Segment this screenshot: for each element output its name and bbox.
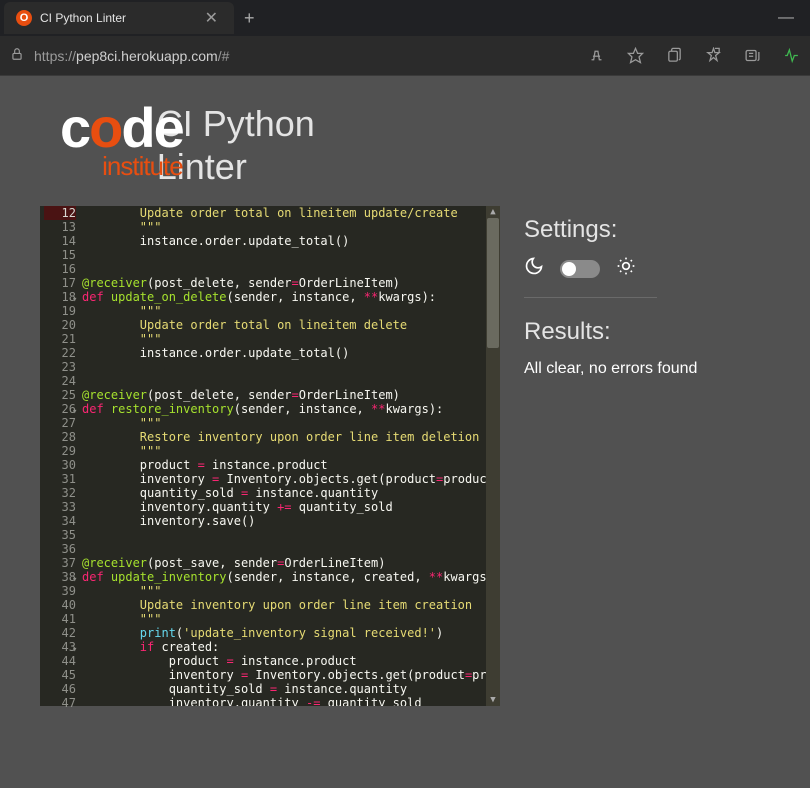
theme-controls <box>524 256 657 298</box>
sun-icon[interactable] <box>616 256 636 281</box>
new-tab-button[interactable]: + <box>234 4 265 33</box>
line-number-gutter: 12131415161718▾1920212223242526▾27282930… <box>40 206 82 706</box>
url-domain: pep8ci.herokuapp.com <box>76 48 218 64</box>
browser-titlebar: O CI Python Linter ✕ + — <box>0 0 810 36</box>
toggle-knob <box>562 262 576 276</box>
logo-d: d <box>121 96 153 159</box>
logo-institute: institute <box>102 156 183 177</box>
logo-e: e <box>154 96 183 159</box>
address-bar-icons <box>588 47 800 64</box>
sidebar-panel: Settings: Results: All clear, no errors … <box>520 206 697 706</box>
logo-c: c <box>60 96 89 159</box>
browser-tab[interactable]: O CI Python Linter ✕ <box>4 2 234 34</box>
settings-heading: Settings: <box>524 216 697 244</box>
results-heading: Results: <box>524 318 697 346</box>
main-content: 12131415161718▾1920212223242526▾27282930… <box>0 198 810 706</box>
tab-close-icon[interactable]: ✕ <box>201 6 222 30</box>
window-controls: — <box>766 9 806 27</box>
vertical-scrollbar[interactable]: ▲ ▼ <box>486 206 500 706</box>
page-content: code institute CI Python Linter 12131415… <box>0 76 810 706</box>
collections-icon[interactable] <box>744 47 761 64</box>
code-editor[interactable]: 12131415161718▾1920212223242526▾27282930… <box>40 206 500 706</box>
star-icon[interactable] <box>627 47 644 64</box>
code-area[interactable]: Update order total on lineitem update/cr… <box>82 206 500 706</box>
tab-title: CI Python Linter <box>40 11 126 25</box>
lock-icon[interactable] <box>10 47 24 64</box>
read-aloud-icon[interactable] <box>588 47 605 64</box>
url-prefix: https:// <box>34 48 76 64</box>
scroll-thumb[interactable] <box>487 218 499 348</box>
performance-icon[interactable] <box>783 47 800 64</box>
page-header: code institute CI Python Linter <box>0 76 810 198</box>
url-display[interactable]: https://pep8ci.herokuapp.com/# <box>34 48 229 64</box>
tab-favicon: O <box>16 10 32 26</box>
code-institute-logo: code institute <box>60 106 183 151</box>
minimize-icon[interactable]: — <box>778 9 794 27</box>
address-bar: https://pep8ci.herokuapp.com/# <box>0 36 810 76</box>
logo-o: o <box>89 96 121 159</box>
results-text: All clear, no errors found <box>524 360 697 378</box>
scroll-down-arrow[interactable]: ▼ <box>487 694 499 706</box>
scroll-up-arrow[interactable]: ▲ <box>487 206 499 218</box>
tabs-icon[interactable] <box>666 47 683 64</box>
moon-icon[interactable] <box>524 256 544 281</box>
favorites-icon[interactable] <box>705 47 722 64</box>
theme-toggle[interactable] <box>560 260 600 278</box>
url-suffix: /# <box>218 48 230 64</box>
